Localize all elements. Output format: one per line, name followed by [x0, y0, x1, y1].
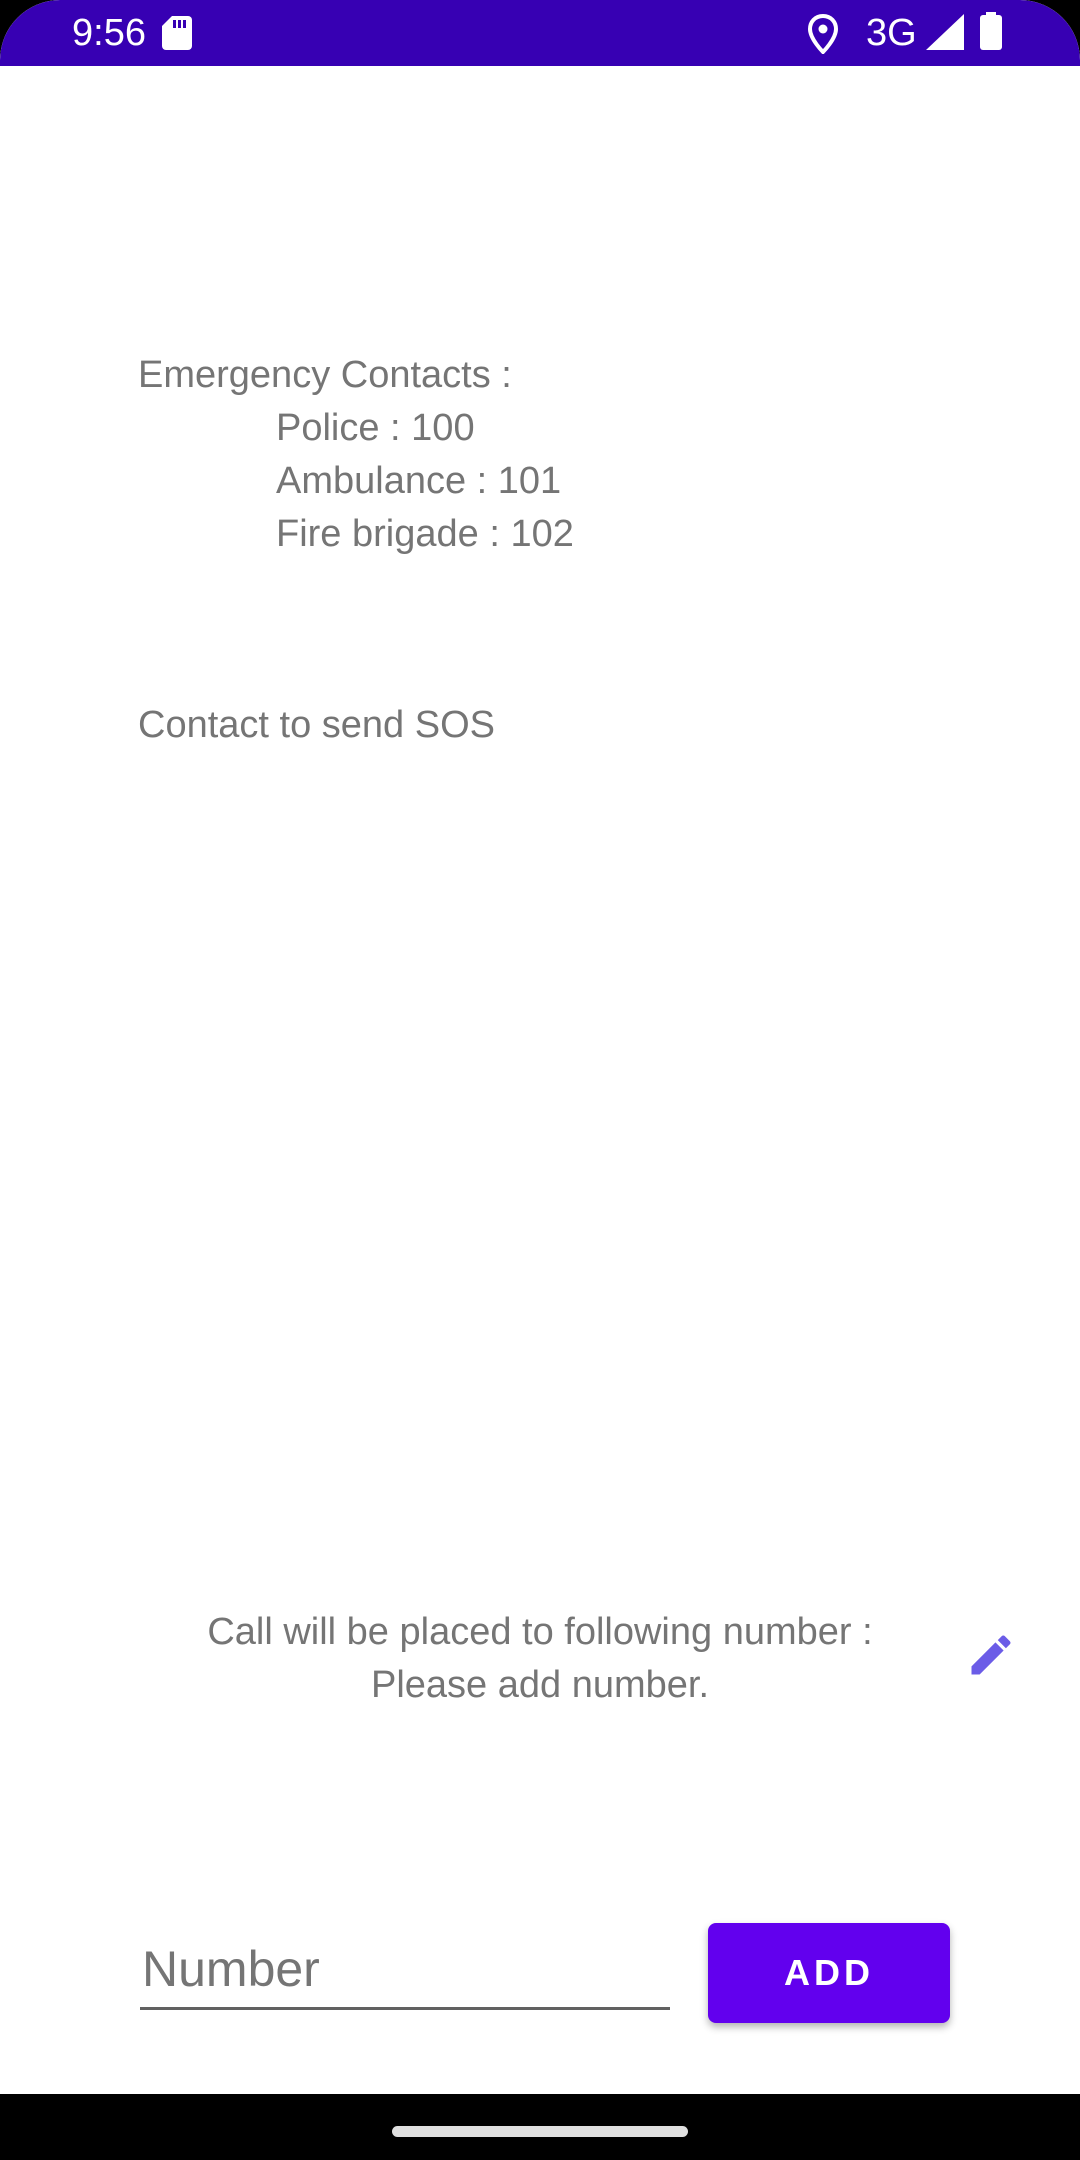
sd-card-icon [162, 16, 192, 50]
battery-icon [980, 12, 1002, 50]
home-handle[interactable] [392, 2126, 688, 2137]
signal-icon [926, 14, 964, 50]
sos-contact-label: Contact to send SOS [138, 704, 495, 746]
location-icon [807, 14, 839, 54]
pencil-icon [971, 1635, 1011, 1675]
app-screen: 9:56 3G Emergency Contacts : Police : 10… [0, 0, 1080, 2160]
add-button[interactable]: ADD [708, 1923, 950, 2023]
status-time: 9:56 [72, 12, 146, 54]
network-type: 3G [866, 12, 917, 54]
navigation-bar [0, 2094, 1080, 2160]
emergency-contacts-heading: Emergency Contacts : [138, 354, 512, 396]
call-info-line1: Call will be placed to following number … [207, 1611, 873, 1653]
contact-ambulance: Ambulance : 101 [276, 460, 562, 502]
contact-police: Police : 100 [276, 407, 475, 449]
status-bar: 9:56 3G [0, 0, 1080, 66]
edit-number-button[interactable] [958, 1622, 1024, 1688]
number-input[interactable] [140, 1930, 670, 2010]
call-info-line2: Please add number. [370, 1664, 709, 1706]
call-info: Call will be placed to following number … [140, 1606, 940, 1712]
contact-fire-brigade: Fire brigade : 102 [276, 513, 574, 555]
